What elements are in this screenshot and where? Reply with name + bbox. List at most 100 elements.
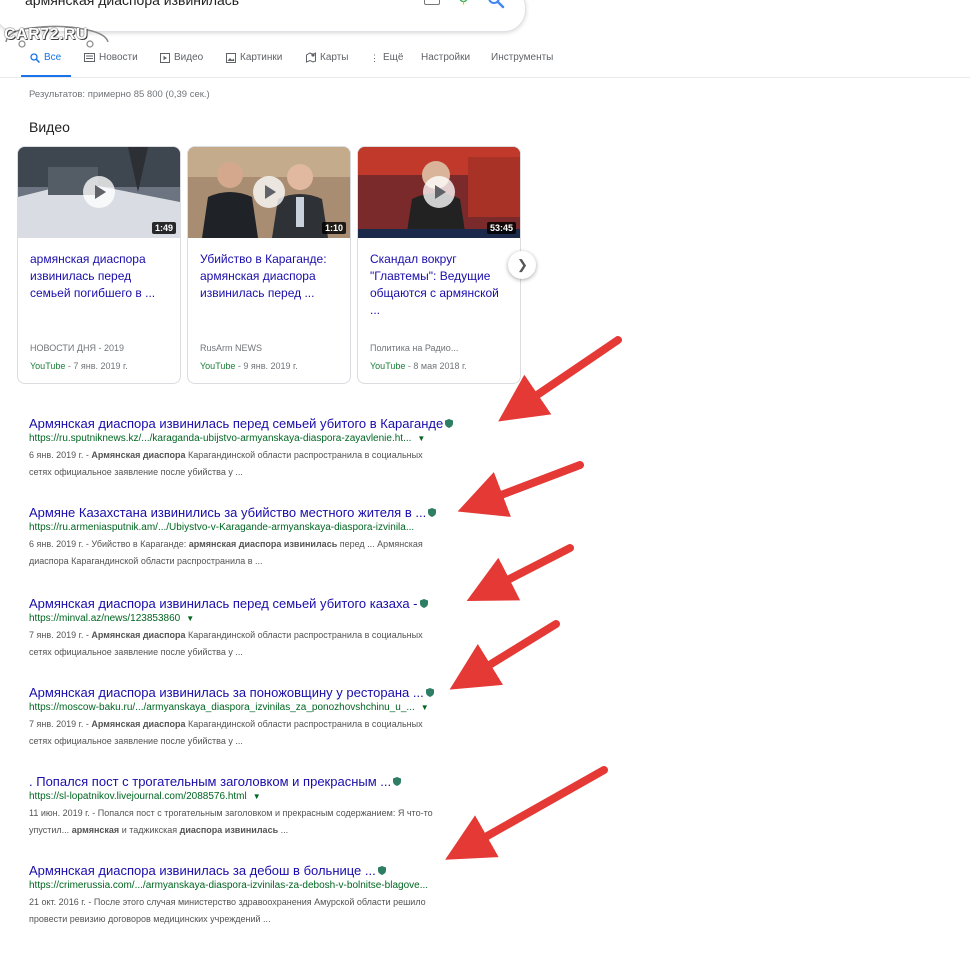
snippet-text: сетях официальное заявление после убийст… (29, 467, 243, 477)
snippet-text: 7 янв. 2019 г. - (29, 719, 92, 729)
shield-icon (428, 508, 437, 517)
video-date: - 8 мая 2018 г. (405, 361, 467, 371)
more-vert-icon: ⋮ (370, 52, 379, 63)
tab-settings[interactable]: Настройки (421, 52, 470, 63)
search-result: Армянская диаспора извинилась перед семь… (29, 416, 499, 481)
shield-icon (377, 866, 386, 875)
tab-maps[interactable]: Карты (306, 52, 349, 63)
snippet-text: перед ... Армянская (337, 539, 423, 549)
search-result: Армянская диаспора извинилась за поножов… (29, 685, 499, 750)
result-url[interactable]: https://minval.az/news/123853860 ▼ (29, 613, 499, 624)
next-videos-button[interactable]: ❯ (508, 251, 536, 279)
video-title[interactable]: армянская диаспора извинилась перед семь… (30, 251, 172, 302)
result-title-text[interactable]: Армяне Казахстана извинились за убийство… (29, 505, 426, 520)
search-icon[interactable] (487, 0, 505, 9)
snippet-text: сетях официальное заявление после убийст… (29, 736, 243, 746)
video-date: - 9 янв. 2019 г. (235, 361, 298, 371)
play-button[interactable] (83, 176, 115, 208)
tab-label: Настройки (421, 52, 471, 63)
result-title-text[interactable]: Армянская диаспора извинилась за дебош в… (29, 863, 376, 878)
tab-label: Ещё (383, 52, 404, 63)
result-title[interactable]: Армянская диаспора извинилась за дебош в… (29, 863, 499, 878)
caret-down-icon[interactable]: ▼ (253, 792, 261, 801)
result-title-text[interactable]: Армянская диаспора извинилась за поножов… (29, 685, 424, 700)
result-url[interactable]: https://ru.armeniasputnik.am/.../Ubiystv… (29, 522, 499, 533)
tab-more[interactable]: ⋮ Ещё (370, 52, 403, 63)
video-title[interactable]: Убийство в Караганде: армянская диаспора… (200, 251, 342, 302)
microphone-icon[interactable] (459, 0, 468, 5)
video-meta: YouTube - 7 янв. 2019 г. (30, 361, 128, 371)
search-input[interactable]: армянская диаспора извинилась (25, 0, 239, 8)
video-card[interactable]: 53:45 Скандал вокруг "Главтемы": Ведущие… (357, 146, 521, 384)
snippet-text: 7 янв. 2019 г. - (29, 630, 92, 640)
result-url-text[interactable]: https://ru.sputniknews.kz/.../karaganda-… (29, 433, 411, 444)
chevron-right-icon: ❯ (517, 257, 528, 272)
snippet-bold: армянская (71, 825, 120, 835)
search-icon (30, 52, 40, 63)
result-title-text[interactable]: . Попался пост с трогательным заголовком… (29, 774, 391, 789)
snippet-bold: армянская диаспора извинилась (188, 539, 338, 549)
result-url-text[interactable]: https://sl-lopatnikov.livejournal.com/20… (29, 791, 247, 802)
shield-icon (425, 688, 434, 697)
snippet-bold: диаспора извинилась (179, 825, 279, 835)
result-snippet: 21 окт. 2016 г. - После этого случая мин… (29, 894, 499, 928)
result-url-text[interactable]: https://minval.az/news/123853860 (29, 613, 180, 624)
result-url[interactable]: https://crimerussia.com/.../armyanskaya-… (29, 880, 499, 891)
tab-images[interactable]: Картинки (226, 52, 282, 63)
search-result: Армянская диаспора извинилась за дебош в… (29, 863, 499, 928)
result-title[interactable]: . Попался пост с трогательным заголовком… (29, 774, 499, 789)
result-title[interactable]: Армяне Казахстана извинились за убийство… (29, 505, 499, 520)
video-card[interactable]: 1:49 армянская диаспора извинилась перед… (17, 146, 181, 384)
snippet-text: 6 янв. 2019 г. - (29, 450, 92, 460)
caret-down-icon[interactable]: ▼ (417, 434, 425, 443)
result-url[interactable]: https://sl-lopatnikov.livejournal.com/20… (29, 791, 499, 802)
caret-down-icon[interactable]: ▼ (421, 703, 429, 712)
tab-video[interactable]: Видео (160, 52, 203, 63)
caret-down-icon[interactable]: ▼ (186, 614, 194, 623)
search-result: Армянская диаспора извинилась перед семь… (29, 596, 499, 661)
result-url-text[interactable]: https://ru.armeniasputnik.am/.../Ubiystv… (29, 522, 414, 533)
search-tabs: Все Новости Видео Картинки Карты ⋮ Ещё Н… (20, 46, 970, 76)
tab-label: Карты (320, 52, 349, 63)
result-title[interactable]: Армянская диаспора извинилась за поножов… (29, 685, 499, 700)
shield-icon (445, 419, 454, 428)
snippet-text: Карагандинской области распространила в … (185, 450, 423, 460)
snippet-text: 11 июн. 2019 г. - Попался пост с трогате… (29, 808, 433, 818)
play-button[interactable] (253, 176, 285, 208)
result-url[interactable]: https://moscow-baku.ru/.../armyanskaya_d… (29, 702, 499, 713)
result-url-text[interactable]: https://moscow-baku.ru/.../armyanskaya_d… (29, 702, 415, 713)
video-duration: 1:49 (151, 222, 176, 234)
tab-all[interactable]: Все (30, 52, 61, 63)
result-url-text[interactable]: https://crimerussia.com/.../armyanskaya-… (29, 880, 428, 891)
video-source: Политика на Радио... (370, 343, 459, 353)
video-title[interactable]: Скандал вокруг "Главтемы": Ведущие общаю… (370, 251, 512, 319)
video-source: НОВОСТИ ДНЯ - 2019 (30, 343, 124, 353)
video-section-heading: Видео (29, 119, 70, 135)
watermark-text: CAR72.RU (4, 26, 89, 43)
snippet-text: 21 окт. 2016 г. - После этого случая мин… (29, 897, 426, 907)
video-source: RusArm NEWS (200, 343, 263, 353)
result-snippet: 7 янв. 2019 г. - Армянская диаспора Кара… (29, 627, 499, 661)
video-card[interactable]: 1:10 Убийство в Караганде: армянская диа… (187, 146, 351, 384)
keyboard-icon[interactable] (424, 0, 440, 5)
images-icon (226, 52, 236, 63)
video-meta: YouTube - 9 янв. 2019 г. (200, 361, 298, 371)
tab-label: Картинки (240, 52, 283, 63)
tab-tools[interactable]: Инструменты (491, 52, 553, 63)
snippet-bold: Армянская диаспора (91, 630, 186, 640)
play-button[interactable] (423, 176, 455, 208)
video-date: - 7 янв. 2019 г. (65, 361, 128, 371)
result-url[interactable]: https://ru.sputniknews.kz/.../karaganda-… (29, 433, 499, 444)
video-duration: 1:10 (321, 222, 346, 234)
result-title-text[interactable]: Армянская диаспора извинилась перед семь… (29, 596, 418, 611)
tab-news[interactable]: Новости (84, 52, 138, 63)
snippet-text: 6 янв. 2019 г. - Убийство в Караганде: (29, 539, 189, 549)
snippet-bold: Армянская диаспора (91, 719, 186, 729)
snippet-text: сетях официальное заявление после убийст… (29, 647, 243, 657)
video-platform: YouTube (370, 361, 406, 371)
result-title[interactable]: Армянская диаспора извинилась перед семь… (29, 596, 499, 611)
result-title-text[interactable]: Армянская диаспора извинилась перед семь… (29, 416, 443, 431)
shield-icon (393, 777, 402, 786)
result-title[interactable]: Армянская диаспора извинилась перед семь… (29, 416, 499, 431)
result-snippet: 11 июн. 2019 г. - Попался пост с трогате… (29, 805, 499, 839)
